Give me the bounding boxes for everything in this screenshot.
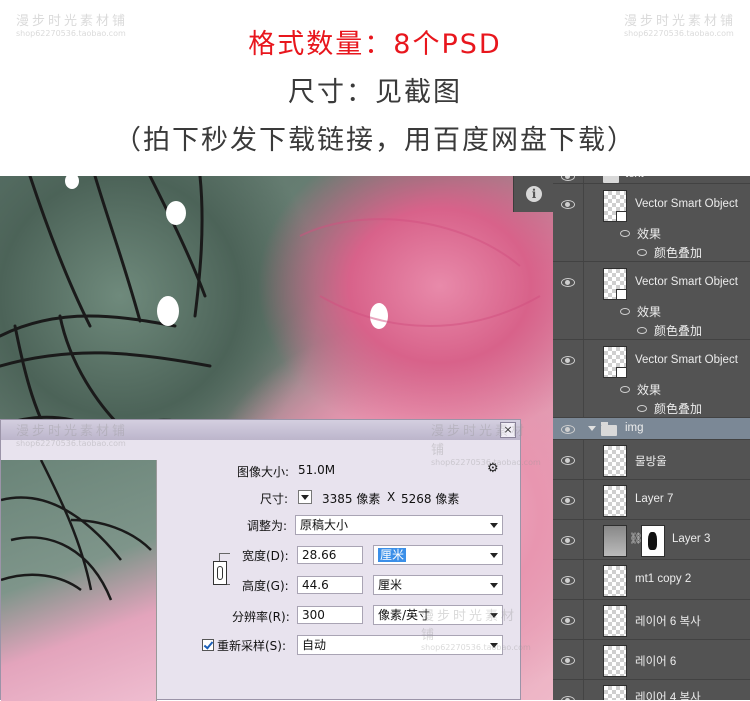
- layer-thumbnail: [603, 605, 627, 637]
- layer-name: 레이어 6: [635, 656, 677, 668]
- layer-item[interactable]: 레이어 6 복사: [553, 600, 750, 640]
- layer-thumbnail: [603, 190, 627, 222]
- layer-name: 물방울: [635, 456, 667, 468]
- width-label: 宽度(D):: [242, 549, 289, 563]
- dimensions-unit-dropdown[interactable]: [298, 490, 312, 504]
- layer-smart-object[interactable]: Vector Smart Object 效果 颜色叠加: [553, 184, 750, 262]
- image-size-dialog: × 图像大小: 51.0M ⚙ 尺寸: 3385 像素 X 5268 像素 调整…: [0, 419, 541, 701]
- dimensions-label: 尺寸:: [260, 492, 289, 506]
- smart-object-icon: [616, 367, 627, 378]
- eye-icon[interactable]: [620, 308, 630, 315]
- watermark: 漫步时光素材铺 shop62270536.taobao.com: [16, 14, 129, 38]
- watermark: 漫步时光素材铺 shop62270536.taobao.com: [421, 609, 531, 652]
- eye-icon[interactable]: [637, 249, 647, 256]
- effects-label: 效果: [637, 227, 662, 241]
- eye-icon[interactable]: [561, 425, 575, 434]
- chevron-down-icon[interactable]: [588, 426, 596, 431]
- image-preview[interactable]: [1, 460, 157, 701]
- eye-icon[interactable]: [561, 456, 575, 465]
- layer-thumbnail: [603, 268, 627, 300]
- layer-item[interactable]: Layer 7: [553, 480, 750, 520]
- folder-icon: [601, 422, 617, 436]
- layer-name: img: [625, 422, 644, 434]
- eye-icon[interactable]: [561, 656, 575, 665]
- layer-item[interactable]: 물방울: [553, 440, 750, 480]
- image-size-label: 图像大小:: [237, 465, 290, 479]
- eye-icon[interactable]: [561, 496, 575, 505]
- dimensions-height: 5268 像素: [401, 492, 460, 506]
- eye-icon[interactable]: [620, 386, 630, 393]
- layer-item[interactable]: ⛓ Layer 3: [553, 520, 750, 560]
- preview-artwork: [1, 460, 152, 601]
- eye-icon[interactable]: [561, 696, 575, 700]
- eye-icon[interactable]: [637, 327, 647, 334]
- info-button[interactable]: i: [513, 176, 554, 212]
- layer-name: Layer 3: [672, 533, 711, 545]
- layer-item[interactable]: mt1 copy 2: [553, 560, 750, 600]
- fit-to-select[interactable]: 原稿大小: [295, 515, 503, 535]
- height-label: 高度(G):: [242, 579, 289, 593]
- image-size-value: 51.0M: [298, 463, 336, 477]
- resample-label: 重新采样(S):: [217, 639, 287, 653]
- resolution-input[interactable]: 300: [297, 606, 363, 624]
- layer-name: 레이어 4 복사: [635, 692, 701, 700]
- color-overlay-label: 颜色叠加: [654, 402, 703, 416]
- eye-icon[interactable]: [620, 230, 630, 237]
- width-unit-select[interactable]: 厘米: [373, 545, 503, 565]
- height-input[interactable]: 44.6: [297, 576, 363, 594]
- layer-thumbnail: [603, 525, 627, 557]
- layer-group-img[interactable]: img: [553, 418, 750, 440]
- layer-name: Vector Smart Object: [635, 198, 738, 210]
- layer-group-text[interactable]: text: [553, 176, 750, 184]
- info-icon: i: [526, 186, 542, 202]
- dimensions-width: 3385 像素: [322, 492, 381, 506]
- fit-to-label: 调整为:: [247, 519, 288, 533]
- width-input[interactable]: 28.66: [297, 546, 363, 564]
- watermark: 漫步时光素材铺 shop62270536.taobao.com: [431, 424, 541, 467]
- eye-icon[interactable]: [561, 278, 575, 287]
- effects-label: 效果: [637, 383, 662, 397]
- layer-name: mt1 copy 2: [635, 573, 692, 585]
- layer-item[interactable]: 레이어 6: [553, 640, 750, 680]
- smart-object-icon: [616, 289, 627, 300]
- eye-icon[interactable]: [561, 536, 575, 545]
- dimensions-x: X: [387, 490, 396, 504]
- layer-name: Vector Smart Object: [635, 354, 738, 366]
- folder-icon: [603, 176, 619, 183]
- smart-object-icon: [616, 211, 627, 222]
- layers-panel: text Vector Smart Object 效果 颜色叠加 Vector …: [553, 176, 750, 700]
- size-text: 尺寸：见截图: [288, 77, 462, 108]
- eye-icon[interactable]: [561, 356, 575, 365]
- color-overlay-label: 颜色叠加: [654, 324, 703, 338]
- eye-icon[interactable]: [561, 200, 575, 209]
- layer-thumbnail: [603, 565, 627, 597]
- watermark: 漫步时光素材铺 shop62270536.taobao.com: [624, 14, 737, 38]
- layer-item[interactable]: 레이어 4 복사: [553, 680, 750, 700]
- layer-name: 레이어 6 복사: [635, 616, 701, 628]
- height-unit-select[interactable]: 厘米: [373, 575, 503, 595]
- layer-smart-object[interactable]: Vector Smart Object 效果 颜色叠加: [553, 340, 750, 418]
- layer-thumbnail: [603, 346, 627, 378]
- constrain-link-icon[interactable]: [213, 561, 227, 585]
- watermark: 漫步时光素材铺 shop62270536.taobao.com: [16, 424, 129, 448]
- layer-thumbnail: [603, 445, 627, 477]
- layer-smart-object[interactable]: Vector Smart Object 效果 颜色叠加: [553, 262, 750, 340]
- download-note-text: （拍下秒发下载链接，用百度网盘下载）: [114, 125, 636, 156]
- resample-checkbox[interactable]: [202, 639, 214, 651]
- layer-name: text: [625, 176, 644, 180]
- layer-name: Layer 7: [635, 493, 674, 505]
- effects-label: 效果: [637, 305, 662, 319]
- layer-thumbnail: [603, 645, 627, 677]
- eye-icon[interactable]: [637, 405, 647, 412]
- header-banner: 格式数量：8个PSD 尺寸：见截图 （拍下秒发下载链接，用百度网盘下载） 漫步时…: [0, 0, 750, 176]
- layer-thumbnail: [603, 685, 627, 700]
- layer-mask-thumbnail: [641, 525, 665, 557]
- eye-icon[interactable]: [561, 616, 575, 625]
- color-overlay-label: 颜色叠加: [654, 246, 703, 260]
- resolution-label: 分辨率(R):: [232, 610, 290, 624]
- layer-name: Vector Smart Object: [635, 276, 738, 288]
- eye-icon[interactable]: [561, 576, 575, 585]
- layer-thumbnail: [603, 485, 627, 517]
